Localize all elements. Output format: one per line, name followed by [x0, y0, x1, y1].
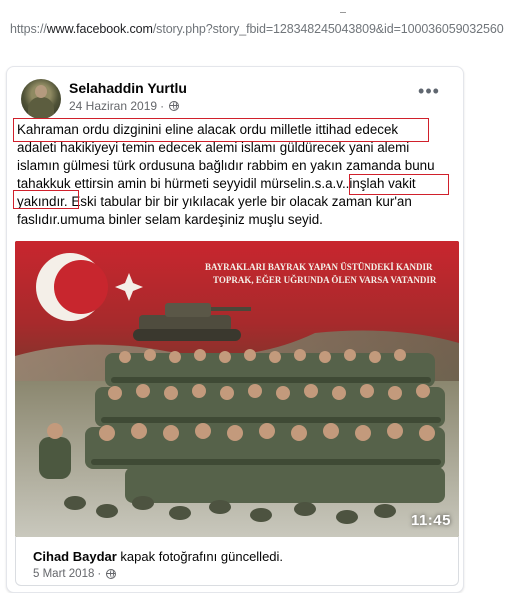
- photo-illustration: BAYRAKLARI BAYRAK YAPAN ÜSTÜNDEKİ KANDIR…: [15, 241, 459, 537]
- shared-post-footer[interactable]: Cihad Baydar kapak fotoğrafını güncelled…: [15, 537, 459, 586]
- meta-separator: ·: [160, 99, 165, 113]
- highlight-box-first-sentence: [13, 118, 429, 142]
- video-duration-badge: 11:45: [410, 512, 451, 529]
- imam-head: [47, 423, 63, 439]
- highlight-box-inshallah: [349, 174, 449, 195]
- shared-post-caption: Cihad Baydar kapak fotoğrafını güncelled…: [33, 549, 283, 564]
- url-text[interactable]: https://www.facebook.com/story.php?story…: [10, 22, 504, 36]
- author-name[interactable]: Selahaddin Yurtlu: [69, 80, 187, 96]
- tab-strip-divider: [340, 12, 346, 13]
- page-scrollbar[interactable]: [504, 62, 514, 591]
- public-globe-icon: [106, 569, 117, 579]
- post-card: Selahaddin Yurtlu 24 Haziran 2019 · ••• …: [6, 66, 464, 593]
- shared-action-text: kapak fotoğrafını güncelledi.: [116, 549, 284, 564]
- shared-photo[interactable]: BAYRAKLARI BAYRAK YAPAN ÜSTÜNDEKİ KANDIR…: [15, 241, 459, 537]
- banner-text-line-1: BAYRAKLARI BAYRAK YAPAN ÜSTÜNDEKİ KANDIR: [205, 262, 433, 272]
- post-text-line: yakındır. Eski tabular bir bir yıkılacak…: [17, 194, 412, 209]
- url-path: /story.php?story_fbid=128348245043809&id…: [152, 22, 504, 36]
- highlight-box-yakindir: [13, 190, 79, 209]
- avatar-head: [35, 85, 47, 98]
- url-host: www.facebook.com: [46, 22, 153, 36]
- imam-figure: [39, 437, 71, 479]
- shared-post-date[interactable]: 5 Mart 2018: [33, 568, 94, 580]
- shared-post-meta: 5 Mart 2018 ·: [33, 568, 117, 580]
- post-date[interactable]: 24 Haziran 2019: [69, 99, 157, 113]
- post-text-line: islamın gülmesi türk ordusuna bağlıdır r…: [17, 158, 435, 173]
- post-meta: 24 Haziran 2019 ·: [69, 99, 180, 113]
- crescent-cutout: [54, 260, 108, 314]
- meta-separator: ·: [97, 568, 102, 580]
- address-bar[interactable]: https://www.facebook.com/story.php?story…: [0, 0, 514, 62]
- post-text-line: faslıdır.umuma binler selam kardeşiniz m…: [17, 212, 323, 227]
- public-globe-icon: [169, 101, 180, 111]
- avatar-body: [28, 97, 54, 119]
- shared-user-name[interactable]: Cihad Baydar: [33, 549, 117, 564]
- more-options-button[interactable]: •••: [415, 82, 443, 105]
- author-avatar[interactable]: [21, 79, 61, 119]
- url-scheme: https://: [10, 22, 47, 36]
- banner-text-line-2: TOPRAK, EĞER UĞRUNDA ÖLEN VARSA VATANDIR: [213, 275, 437, 285]
